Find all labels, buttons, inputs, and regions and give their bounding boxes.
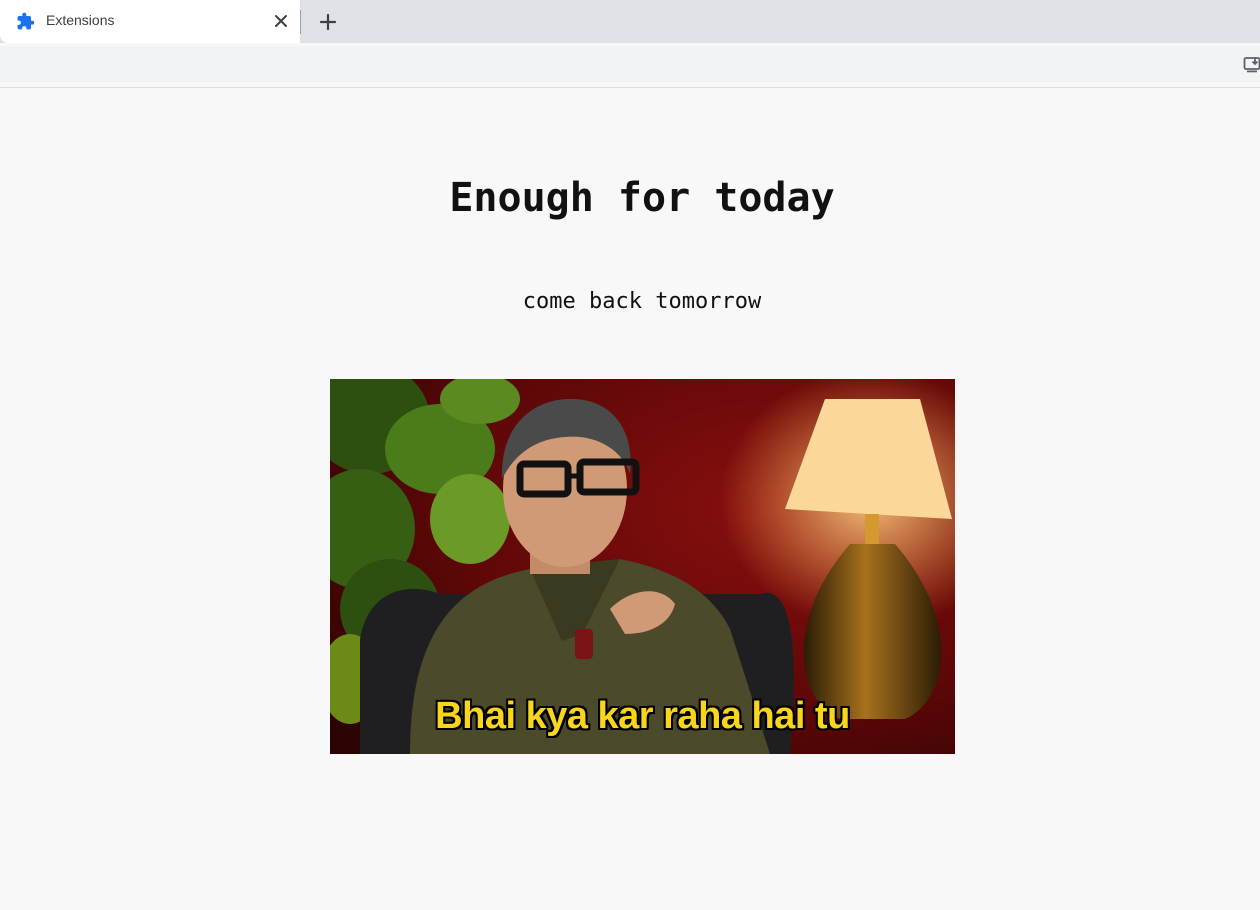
page-subtitle: come back tomorrow <box>522 289 762 314</box>
puzzle-icon <box>17 12 35 30</box>
toolbar-divider <box>0 87 1260 88</box>
tab-title: Extensions <box>46 12 115 28</box>
tab-separator <box>300 10 301 34</box>
plus-icon[interactable] <box>318 12 338 32</box>
browser-toolbar <box>0 46 1260 82</box>
meme-image: Bhai kya kar raha hai tu <box>330 379 955 754</box>
close-icon[interactable] <box>272 12 290 30</box>
install-app-icon[interactable] <box>1243 55 1260 73</box>
page-title: Enough for today <box>449 175 835 221</box>
meme-caption: Bhai kya kar raha hai tu <box>435 695 850 737</box>
tab-strip: Extensions <box>0 0 1260 43</box>
tab-extensions[interactable]: Extensions <box>0 0 300 43</box>
